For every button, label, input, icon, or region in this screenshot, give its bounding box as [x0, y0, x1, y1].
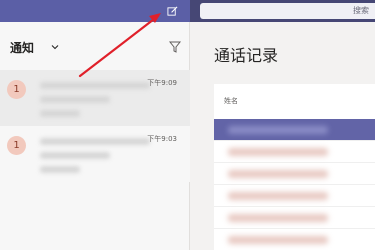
table-row[interactable] [214, 229, 375, 250]
blurred-text [40, 138, 150, 145]
column-header-name[interactable]: 姓名 [224, 96, 238, 106]
blurred-text [40, 110, 80, 117]
activity-header: 通知 [10, 39, 182, 57]
list-item[interactable]: 1 下午9:09 [0, 70, 190, 126]
app-window: 搜索 通知 1 下午9:09 1 下午9:03 通话记录 姓名 [0, 0, 375, 250]
filter-icon[interactable] [168, 40, 182, 54]
blurred-text [228, 192, 328, 200]
blurred-text [228, 214, 328, 222]
compose-button[interactable] [164, 3, 180, 19]
blurred-text [40, 82, 150, 89]
chevron-down-icon[interactable] [50, 42, 60, 52]
blurred-text [228, 126, 328, 134]
blurred-text [40, 152, 110, 159]
search-placeholder: 搜索 [353, 6, 369, 15]
table-row[interactable] [214, 119, 375, 141]
blurred-text [228, 148, 328, 156]
avatar: 1 [7, 80, 26, 99]
table-row[interactable] [214, 185, 375, 207]
compose-icon [166, 6, 177, 16]
timestamp: 下午9:09 [147, 79, 177, 87]
page-title: 通话记录 [214, 46, 279, 65]
call-history-table: 姓名 [214, 84, 375, 250]
table-row[interactable] [214, 163, 375, 185]
activity-pane: 通知 1 下午9:09 1 下午9:03 [0, 22, 190, 250]
blurred-text [40, 166, 80, 173]
table-row[interactable] [214, 207, 375, 229]
calls-pane: 通话记录 姓名 [190, 22, 375, 250]
blurred-text [228, 170, 328, 178]
activity-title[interactable]: 通知 [10, 39, 34, 56]
avatar: 1 [7, 136, 26, 155]
left-topbar [0, 0, 190, 22]
table-row[interactable] [214, 141, 375, 163]
search-input[interactable]: 搜索 [200, 3, 375, 19]
timestamp: 下午9:03 [147, 135, 177, 143]
blurred-text [40, 96, 110, 103]
list-item[interactable]: 1 下午9:03 [0, 126, 190, 182]
blurred-text [228, 236, 328, 244]
